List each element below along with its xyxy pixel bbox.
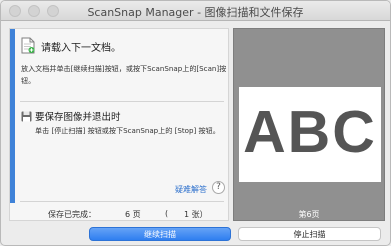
continue-scan-button[interactable]: 继续扫描	[89, 227, 231, 241]
troubleshooting-link[interactable]: 疑难解答	[175, 184, 207, 195]
scanned-page-thumbnail: ABC	[239, 87, 381, 182]
page-number-label: 第6页	[298, 210, 320, 219]
window-title: ScanSnap Manager - 图像扫描和文件保存	[87, 6, 304, 19]
title-bar[interactable]: ScanSnap Manager - 图像扫描和文件保存	[1, 1, 390, 21]
save-exit-description: 单击 [停止扫描] 按钮或按下ScanSnap上的 [Stop] 按钮。	[35, 126, 220, 135]
scan-preview-panel: ABC 第6页	[233, 28, 385, 221]
question-circle-icon[interactable]: ?	[212, 181, 225, 194]
saved-sheets-count: 1 张）	[184, 210, 208, 219]
scanned-page-text: ABC	[243, 99, 377, 165]
step-description: 放入文档并单击[继续扫描]按钮，或按下ScanSnap上的[Scan]按钮。	[21, 64, 227, 85]
document-plus-icon	[21, 37, 35, 54]
divider	[20, 101, 224, 102]
scansnap-window: ScanSnap Manager - 图像扫描和文件保存 请载入下一文档。 放入…	[0, 0, 391, 246]
instruction-panel: 请载入下一文档。 放入文档并单击[继续扫描]按钮，或按下ScanSnap上的[S…	[9, 28, 229, 221]
saved-paren: (	[165, 209, 169, 218]
saved-label: 保存已完成：	[48, 210, 96, 219]
saved-pages-count: 6 页	[125, 210, 141, 219]
floppy-disk-icon	[21, 111, 32, 122]
divider	[20, 201, 224, 202]
active-step-indicator	[10, 29, 15, 203]
stop-scan-button[interactable]: 停止扫描	[238, 227, 381, 241]
step-title: 请载入下一文档。	[41, 43, 121, 54]
save-exit-title: 要保存图像并退出时	[35, 112, 121, 123]
